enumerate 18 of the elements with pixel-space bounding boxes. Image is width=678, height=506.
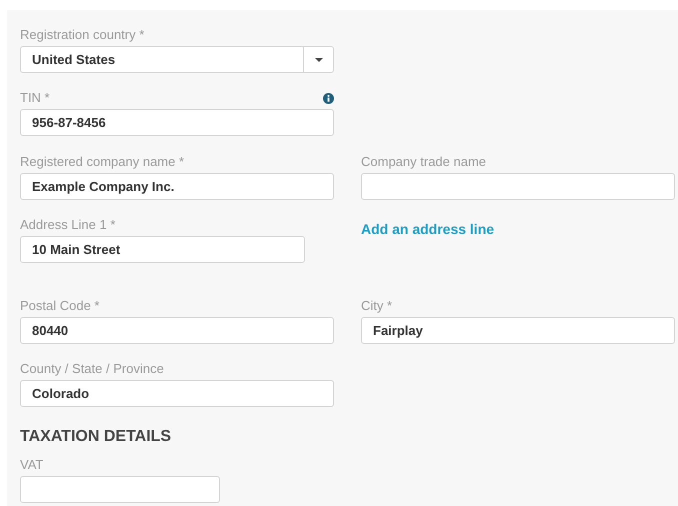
input-field[interactable]: 10 Main Street — [20, 236, 305, 263]
country-select[interactable]: United States — [20, 46, 334, 73]
field-label: Registered company name * — [20, 153, 184, 171]
select-value: United States — [31, 50, 116, 69]
field-label: VAT — [20, 456, 44, 474]
input-field[interactable]: Fairplay — [361, 317, 675, 344]
input-field[interactable]: 80440 — [20, 317, 334, 344]
field-label: Registration country * — [20, 26, 144, 44]
field-label: County / State / Province — [20, 360, 164, 378]
section-heading: TAXATION DETAILS — [20, 427, 172, 447]
input-field[interactable]: Example Company Inc. — [20, 173, 334, 200]
field-label: Postal Code * — [20, 297, 100, 315]
field-label: City * — [361, 297, 392, 315]
input-field[interactable]: 956-87-8456 — [20, 109, 334, 136]
field-label: TIN * — [20, 89, 50, 107]
field-label: Address Line 1 * — [20, 216, 116, 234]
input-field[interactable]: Colorado — [20, 380, 334, 407]
field-label: Company trade name — [361, 153, 486, 171]
